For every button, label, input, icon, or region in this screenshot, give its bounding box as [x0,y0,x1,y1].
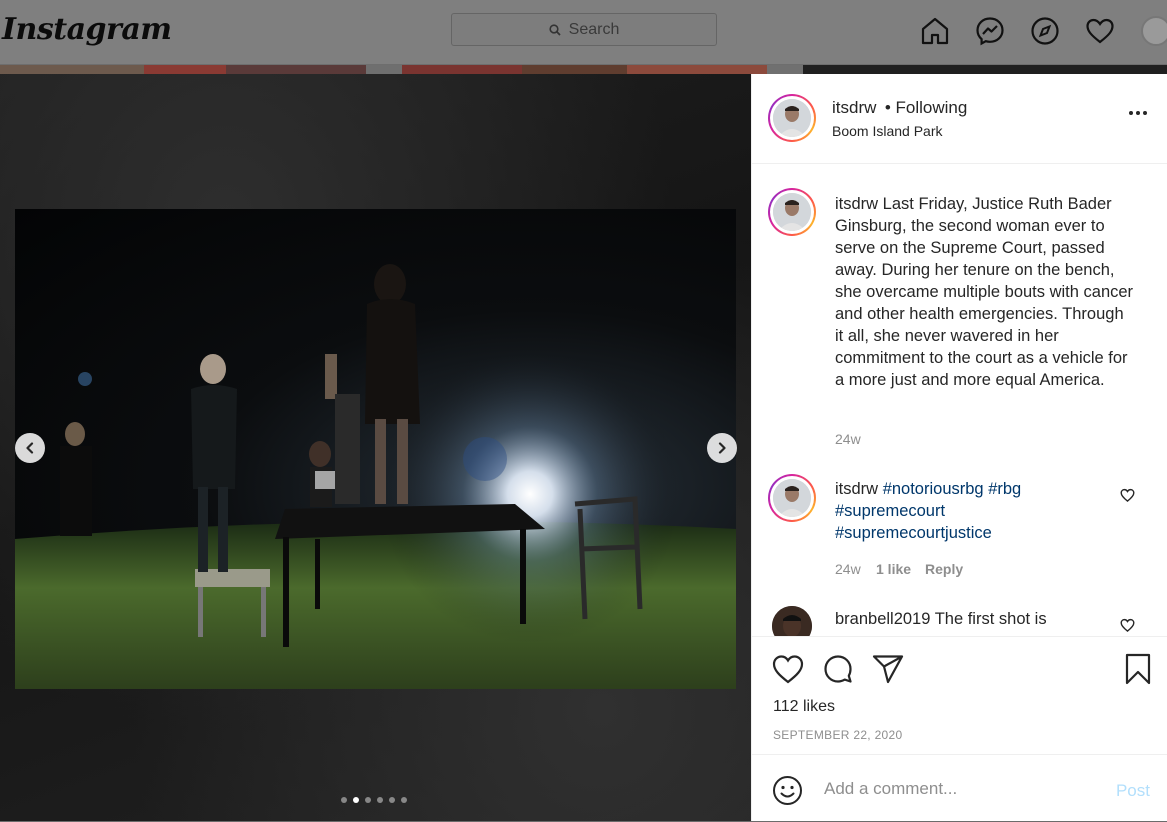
share-direct-icon[interactable] [872,654,904,684]
profile-avatar[interactable] [1141,16,1167,46]
search-input[interactable]: Search [451,13,717,46]
carousel-dot [389,797,395,803]
carousel-dot [365,797,371,803]
reply-button[interactable]: Reply [925,561,963,577]
carousel-indicator [341,797,407,803]
comment-avatar[interactable] [772,606,812,636]
caption-avatar[interactable] [768,188,816,236]
post-caption: itsdrw Last Friday, Justice Ruth Bader G… [835,193,1135,391]
post-location[interactable]: Boom Island Park [832,123,943,139]
search-placeholder: Search [568,20,620,38]
comment-text: The first shot is [930,610,1047,628]
carousel-prev-button[interactable] [15,433,45,463]
author-username[interactable]: itsdrw [832,98,876,117]
comment-likes-count[interactable]: 1 like [876,561,911,577]
hashtag-link[interactable]: #rbg [988,480,1021,498]
emoji-smiley-icon[interactable] [772,775,803,806]
post-comment-button[interactable]: Post [1116,781,1150,801]
likes-count[interactable]: 112 likes [773,698,835,716]
chevron-left-icon [26,442,34,454]
carousel-next-button[interactable] [707,433,737,463]
add-comment-bar: Post [752,754,1167,822]
post-media-area [0,74,751,821]
comment-icon[interactable] [822,653,854,685]
night-stage-scene [15,264,736,689]
messenger-icon[interactable] [974,15,1006,47]
comment-like-heart-icon[interactable] [1120,488,1135,502]
carousel-dot [401,797,407,803]
comment-input[interactable] [822,773,1106,805]
more-options-icon[interactable] [1128,110,1148,116]
instagram-logo[interactable]: Instagram [2,12,172,47]
author-avatar[interactable] [768,94,816,142]
comment-avatar[interactable] [768,474,816,522]
comment-username[interactable]: branbell2019 [835,610,930,628]
commenter-photo [772,606,812,636]
author-photo [773,479,811,517]
hashtag-link[interactable]: #notoriousrbg [883,480,984,498]
post-details-panel: itsdrw • Following Boom Island Park itsd… [751,74,1167,821]
following-status[interactable]: • Following [885,98,968,117]
comment-username[interactable]: itsdrw [835,480,878,498]
chevron-right-icon [718,442,726,454]
post-date[interactable]: SEPTEMBER 22, 2020 [773,728,902,742]
activity-heart-icon[interactable] [1084,15,1116,47]
carousel-dot [377,797,383,803]
post-header: itsdrw • Following Boom Island Park [752,74,1167,164]
author-photo [773,99,811,137]
carousel-dot-active [353,797,359,803]
caption-username[interactable]: itsdrw [835,195,878,213]
comment-item: itsdrw #notoriousrbg #rbg #supremecourt #s… [835,478,1105,544]
comment-like-heart-icon[interactable] [1120,618,1135,632]
home-icon[interactable] [919,15,951,47]
hashtag-link[interactable]: #supremecourt [835,502,945,520]
comments-list[interactable]: itsdrw Last Friday, Justice Ruth Bader G… [752,164,1167,636]
top-navigation-bar: Instagram Search [0,0,1167,65]
explore-compass-icon[interactable] [1029,15,1061,47]
search-icon [549,23,561,36]
post-actions: 112 likes SEPTEMBER 22, 2020 [752,636,1167,755]
caption-text: Last Friday, Justice Ruth Bader Ginsburg… [835,195,1134,389]
caption-timestamp[interactable]: 24w [835,431,861,447]
comment-item: branbell2019 The first shot is [835,608,1105,630]
like-heart-icon[interactable] [772,654,804,684]
author-photo [773,193,811,231]
comment-timestamp[interactable]: 24w [835,561,861,577]
hashtag-link[interactable]: #supremecourtjustice [835,524,992,542]
post-photo [15,209,736,689]
save-bookmark-icon[interactable] [1124,653,1152,685]
carousel-dot [341,797,347,803]
